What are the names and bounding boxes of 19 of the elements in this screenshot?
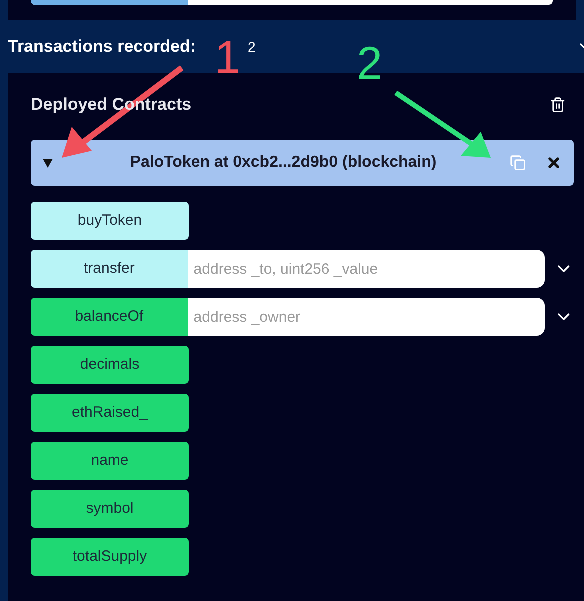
function-button[interactable]: ethRaised_ bbox=[31, 394, 189, 432]
caret-icon[interactable] bbox=[43, 158, 53, 168]
function-button[interactable]: transfer bbox=[31, 250, 188, 288]
function-button[interactable]: buyToken bbox=[31, 202, 189, 240]
close-icon[interactable] bbox=[546, 155, 562, 171]
parameter-field[interactable]: address _owner bbox=[188, 298, 546, 336]
trash-icon[interactable] bbox=[550, 97, 566, 113]
section-title[interactable]: Transactions recorded: bbox=[8, 34, 196, 60]
contract-instance-bar[interactable]: PaloToken at 0xcb2...2d9b0 (blockchain) bbox=[31, 140, 574, 186]
function-button[interactable]: totalSupply bbox=[31, 538, 189, 576]
parameter-field[interactable]: address _to, uint256 _value bbox=[188, 250, 546, 288]
function-button[interactable]: decimals bbox=[31, 346, 189, 384]
transaction-count: 2 bbox=[248, 38, 256, 56]
function-button[interactable]: symbol bbox=[31, 490, 189, 528]
function-button[interactable]: balanceOf bbox=[31, 298, 188, 336]
annotation-number: 1 bbox=[215, 34, 241, 80]
annotation-number: 2 bbox=[357, 40, 383, 86]
contract-title: PaloToken at 0xcb2...2d9b0 (blockchain) bbox=[129, 153, 438, 173]
function-button[interactable]: name bbox=[31, 442, 189, 480]
